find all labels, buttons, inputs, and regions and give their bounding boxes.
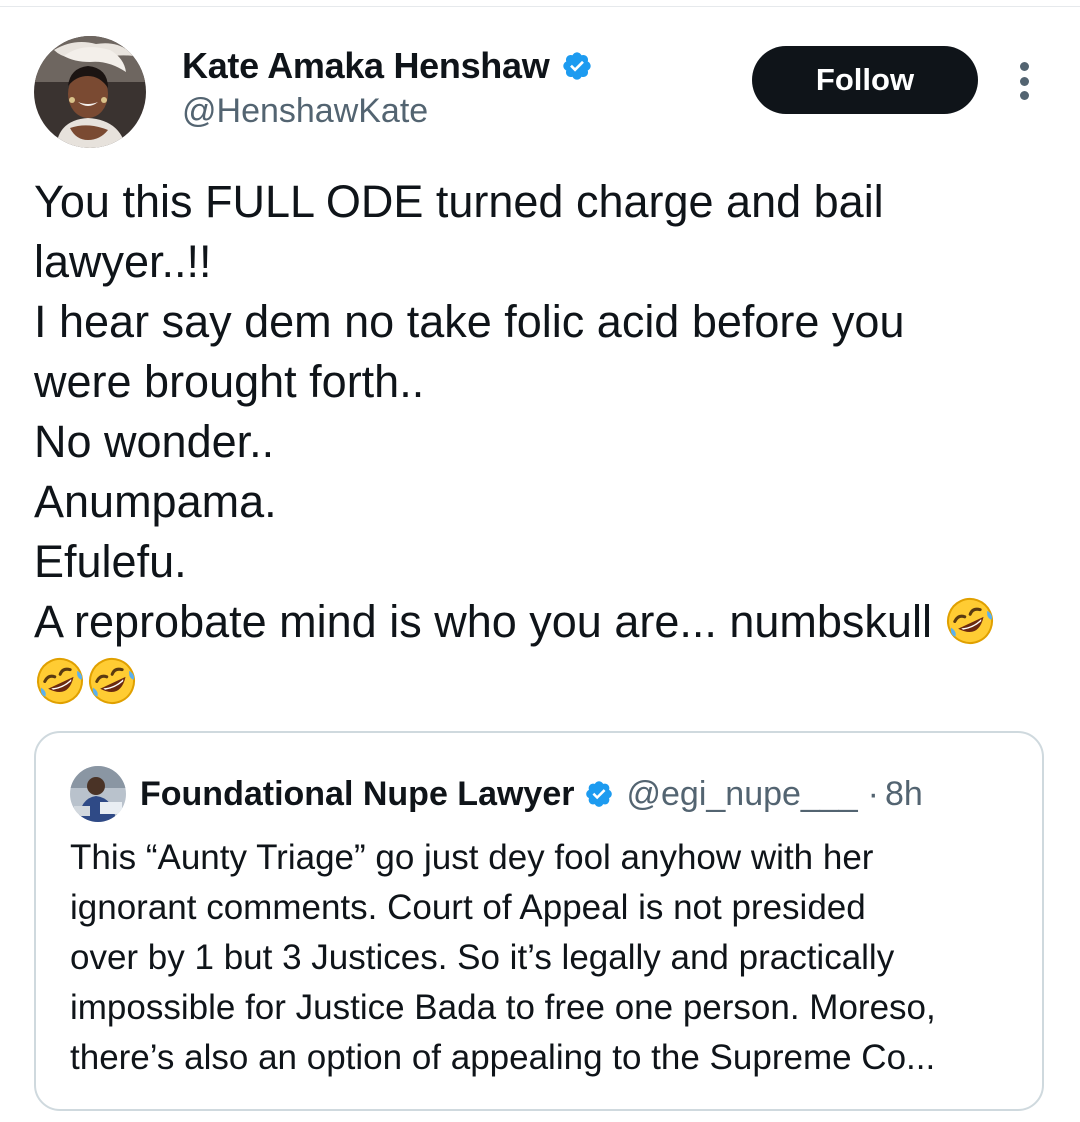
- quoted-tweet-card[interactable]: Foundational Nupe Lawyer @egi_nupe___ · …: [34, 731, 1044, 1111]
- author-handle[interactable]: @HenshawKate: [182, 92, 428, 131]
- more-dot: [1019, 91, 1029, 100]
- rolling-laughing-emoji-icon: [944, 595, 996, 647]
- author-name-row: Kate Amaka Henshaw: [182, 44, 593, 88]
- tweet-line-with-emoji: A reprobate mind is who you are... numbs…: [34, 592, 1054, 652]
- author-display-name[interactable]: Kate Amaka Henshaw: [182, 45, 550, 87]
- separator-dot: ·: [867, 774, 879, 813]
- tweet-line: Efulefu.: [34, 536, 187, 587]
- quoted-author-avatar[interactable]: [70, 766, 126, 822]
- rolling-laughing-emoji-icon: [34, 655, 86, 707]
- quoted-author-handle[interactable]: @egi_nupe___: [626, 775, 857, 814]
- quoted-tweet-line: This “Aunty Triage” go just dey fool any…: [70, 838, 874, 877]
- tweet-line: were brought forth..: [34, 356, 425, 407]
- quoted-author-display-name[interactable]: Foundational Nupe Lawyer: [140, 775, 574, 814]
- profile-photo-icon: [70, 766, 126, 822]
- tweet-line: Anumpama.: [34, 476, 277, 527]
- author-avatar[interactable]: [34, 36, 146, 148]
- tweet-line: You this FULL ODE turned charge and bail: [34, 176, 884, 227]
- rolling-laughing-emoji-icon: [86, 655, 138, 707]
- more-options-icon[interactable]: [1012, 62, 1036, 100]
- more-dot: [1019, 62, 1029, 71]
- quoted-tweet-text: This “Aunty Triage” go just dey fool any…: [70, 833, 1020, 1083]
- verified-badge-icon[interactable]: [584, 779, 614, 809]
- follow-button[interactable]: Follow: [752, 46, 978, 114]
- tweet-line: No wonder..: [34, 416, 275, 467]
- top-divider: [0, 0, 1080, 7]
- emoji-line: [34, 652, 1054, 712]
- tweet-text: You this FULL ODE turned charge and bail…: [34, 172, 1054, 712]
- quoted-tweet-line: impossible for Justice Bada to free one …: [70, 988, 936, 1027]
- quoted-tweet-line: there’s also an option of appealing to t…: [70, 1038, 936, 1077]
- quoted-tweet-timestamp[interactable]: 8h: [885, 775, 923, 814]
- quoted-tweet-line: over by 1 but 3 Justices. So it’s legall…: [70, 938, 895, 977]
- verified-badge-icon[interactable]: [561, 50, 593, 82]
- profile-photo-icon: [34, 36, 146, 148]
- more-dot: [1019, 76, 1029, 86]
- tweet-line: lawyer..!!: [34, 236, 212, 287]
- quoted-tweet-header: Foundational Nupe Lawyer @egi_nupe___ · …: [70, 765, 923, 823]
- tweet-line: I hear say dem no take folic acid before…: [34, 296, 905, 347]
- tweet-line: A reprobate mind is who you are... numbs…: [34, 596, 932, 647]
- quoted-tweet-line: ignorant comments. Court of Appeal is no…: [70, 888, 866, 927]
